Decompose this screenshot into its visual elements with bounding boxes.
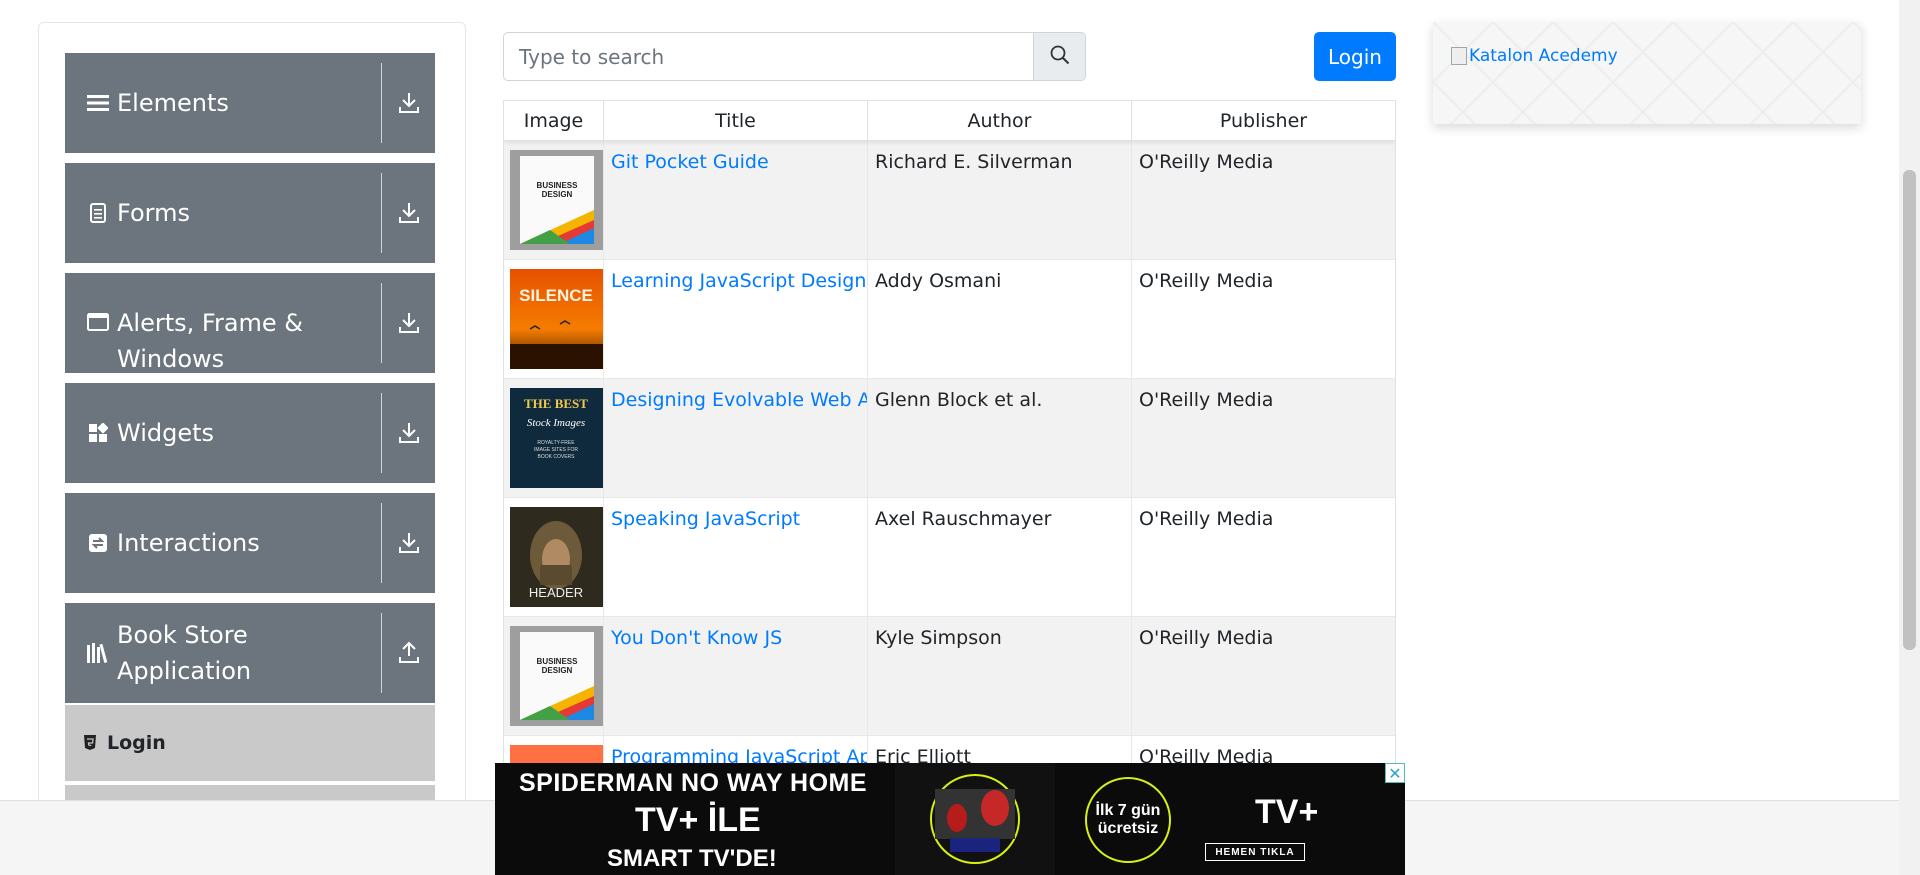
ad-cta-button[interactable]: HEMEN TIKLA bbox=[1205, 843, 1305, 861]
ad-subline: TV+ İLE bbox=[635, 801, 761, 839]
window-icon bbox=[85, 313, 111, 331]
business-design-cover: BUSINESS DESIGN bbox=[510, 626, 603, 726]
sidebar-group-alerts[interactable]: Alerts, Frame & Windows bbox=[65, 273, 435, 373]
sidebar-group-forms[interactable]: Forms bbox=[65, 163, 435, 263]
book-title-link[interactable]: Git Pocket Guide bbox=[611, 151, 769, 173]
book-author: Richard E. Silverman bbox=[868, 141, 1132, 259]
table-row: THE BEST Stock Images ROYALTY-FREE IMAGE… bbox=[504, 379, 1395, 498]
broken-image-icon bbox=[1451, 47, 1467, 65]
scrollbar-thumb[interactable] bbox=[1903, 170, 1916, 650]
svg-text:HEADER: HEADER bbox=[529, 585, 583, 600]
menu-icon bbox=[85, 93, 111, 113]
search-button[interactable] bbox=[1033, 33, 1085, 80]
book-author: Glenn Block et al. bbox=[868, 379, 1132, 497]
sidebar-group-interactions[interactable]: Interactions bbox=[65, 493, 435, 593]
download-icon[interactable] bbox=[382, 201, 435, 225]
page-scrollbar[interactable] bbox=[1899, 0, 1920, 875]
document-icon bbox=[85, 203, 111, 223]
sidebar-item-label: Login bbox=[107, 732, 166, 754]
table-header: Image Title Author Publisher bbox=[504, 101, 1395, 141]
katalon-ad-banner[interactable]: Katalon Acedemy bbox=[1433, 22, 1861, 124]
sidebar-group-label: Forms bbox=[117, 199, 190, 227]
sidebar-group-elements[interactable]: Elements bbox=[65, 53, 435, 153]
sidebar-group-label: Alerts, Frame & Windows bbox=[117, 309, 304, 373]
download-icon[interactable] bbox=[382, 421, 435, 445]
table-row: BUSINESS DESIGN Git Pocket Guide Richard… bbox=[504, 141, 1395, 260]
svg-text:THE BEST: THE BEST bbox=[524, 396, 588, 411]
html5-icon bbox=[83, 735, 97, 751]
download-icon[interactable] bbox=[382, 311, 435, 335]
widgets-icon bbox=[85, 423, 111, 443]
sidebar-panel: Elements Forms Alerts, Frame & Windows W… bbox=[38, 22, 466, 875]
close-icon[interactable]: ✕ bbox=[1385, 763, 1405, 783]
svg-text:DESIGN: DESIGN bbox=[542, 666, 573, 675]
book-publisher: O'Reilly Media bbox=[1139, 270, 1274, 292]
sidebar-group-label: Elements bbox=[117, 89, 229, 117]
column-header-title[interactable]: Title bbox=[604, 101, 868, 140]
book-cover-cell: SILENCE bbox=[504, 260, 604, 378]
silence-cover: SILENCE bbox=[510, 269, 603, 369]
book-author: Axel Rauschmayer bbox=[868, 498, 1132, 616]
svg-text:BUSINESS: BUSINESS bbox=[537, 657, 579, 666]
column-header-image[interactable]: Image bbox=[504, 101, 604, 140]
book-title-link[interactable]: Designing Evolvable Web APIs with ASP.NE… bbox=[611, 389, 867, 411]
book-title-link[interactable]: Learning JavaScript Design Patterns bbox=[611, 270, 867, 292]
svg-text:IMAGE SITES FOR: IMAGE SITES FOR bbox=[534, 447, 578, 453]
books-icon bbox=[85, 642, 111, 664]
ad-pattern bbox=[1433, 22, 1861, 124]
table-row: BUSINESS DESIGN You Don't Know JS Kyle S… bbox=[504, 617, 1395, 736]
tv-plus-logo: TV+ bbox=[1255, 793, 1319, 831]
book-publisher: O'Reilly Media bbox=[1139, 627, 1274, 649]
interactions-icon bbox=[85, 533, 111, 553]
sidebar-item-login[interactable]: Login bbox=[65, 705, 435, 781]
login-button[interactable]: Login bbox=[1314, 32, 1396, 81]
table-row: SILENCE Learning JavaScript Design Patte… bbox=[504, 260, 1395, 379]
sidebar-group-label: Interactions bbox=[117, 529, 260, 557]
search-input[interactable] bbox=[504, 33, 1033, 80]
spiderman-image bbox=[895, 763, 1055, 875]
sidebar-group-book-store[interactable]: Book Store Application bbox=[65, 603, 435, 703]
book-publisher: O'Reilly Media bbox=[1139, 151, 1274, 173]
ad-trial-line1: İlk 7 gün bbox=[1095, 802, 1161, 819]
svg-text:BUSINESS: BUSINESS bbox=[537, 181, 579, 190]
book-cover-cell: BUSINESS DESIGN bbox=[504, 617, 604, 735]
svg-text:Stock Images: Stock Images bbox=[527, 417, 585, 429]
svg-text:DESIGN: DESIGN bbox=[542, 190, 573, 199]
katalon-ad-link[interactable]: Katalon Acedemy bbox=[1451, 46, 1618, 66]
ad-trial-line2: ücretsiz bbox=[1097, 820, 1159, 837]
search-icon bbox=[1050, 45, 1070, 69]
ad-trial-badge: İlk 7 gün ücretsiz bbox=[1085, 777, 1171, 863]
column-header-author[interactable]: Author bbox=[868, 101, 1132, 140]
book-publisher: O'Reilly Media bbox=[1139, 508, 1274, 530]
header-cover: HEADER bbox=[510, 507, 603, 607]
svg-text:ROYALTY-FREE: ROYALTY-FREE bbox=[537, 440, 575, 446]
book-author: Kyle Simpson bbox=[868, 617, 1132, 735]
upload-icon[interactable] bbox=[382, 641, 435, 665]
book-author: Addy Osmani bbox=[868, 260, 1132, 378]
svg-text:SILENCE: SILENCE bbox=[519, 286, 593, 305]
ad-headline: SPIDERMAN NO WAY HOME bbox=[519, 769, 868, 797]
book-title-link[interactable]: Speaking JavaScript bbox=[611, 508, 800, 530]
search-box bbox=[503, 32, 1086, 81]
table-row: HEADER Speaking JavaScript Axel Rauschma… bbox=[504, 498, 1395, 617]
sidebar-group-label: Book Store Application bbox=[117, 621, 252, 685]
book-cover-cell: HEADER bbox=[504, 498, 604, 616]
svg-text:BOOK COVERS: BOOK COVERS bbox=[538, 454, 576, 460]
best-stock-images-cover: THE BEST Stock Images ROYALTY-FREE IMAGE… bbox=[510, 388, 603, 488]
book-cover-cell: THE BEST Stock Images ROYALTY-FREE IMAGE… bbox=[504, 379, 604, 497]
ad-tagline: SMART TV'DE! bbox=[607, 845, 777, 872]
sidebar-group-widgets[interactable]: Widgets bbox=[65, 383, 435, 483]
download-icon[interactable] bbox=[382, 531, 435, 555]
book-publisher: O'Reilly Media bbox=[1139, 389, 1274, 411]
books-table: Image Title Author Publisher BUSINESS DE… bbox=[503, 100, 1396, 800]
book-cover-cell: BUSINESS DESIGN bbox=[504, 141, 604, 259]
download-icon[interactable] bbox=[382, 91, 435, 115]
sidebar-group-label: Widgets bbox=[117, 419, 215, 447]
book-title-link[interactable]: You Don't Know JS bbox=[611, 627, 782, 649]
ad-alt-text: Katalon Acedemy bbox=[1469, 46, 1618, 66]
column-header-publisher[interactable]: Publisher bbox=[1132, 101, 1395, 140]
spiderman-ad-banner[interactable]: SPIDERMAN NO WAY HOME TV+ İLE SMART TV'D… bbox=[495, 763, 1405, 875]
business-design-cover: BUSINESS DESIGN bbox=[510, 150, 603, 250]
